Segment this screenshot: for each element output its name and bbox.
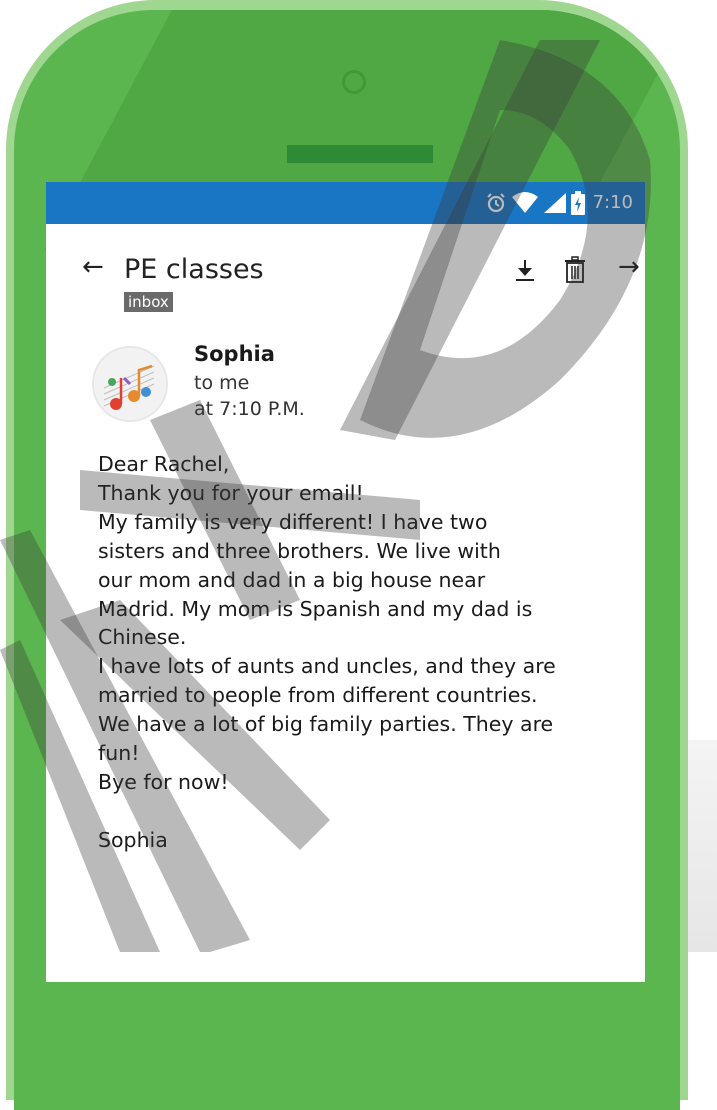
sender-avatar[interactable] [92,346,168,422]
alarm-icon [487,193,505,213]
sender-info: Sophia to me at 7:10 P.M. [46,342,645,432]
trash-icon[interactable] [564,256,586,284]
forward-button[interactable]: → [618,252,640,282]
signal-icon [544,193,566,213]
back-button[interactable]: ← [82,252,104,282]
email-header: ← PE classes inbox → [46,224,645,314]
wifi-icon [512,192,538,213]
sender-name: Sophia [194,342,275,366]
body-line: sisters and three brothers. We live with [98,538,501,563]
status-icons [485,191,585,215]
battery-icon [571,191,585,215]
body-line: Chinese. [98,625,187,650]
email-body: Dear Rachel, Thank you for your email! M… [98,450,643,855]
status-time: 7:10 [592,192,633,213]
body-signature: Sophia [98,827,168,852]
recipient-line: to me [194,372,250,394]
body-line: married to people from different countri… [98,683,538,708]
email-subject: PE classes [124,254,264,285]
status-bar: 7:10 [46,182,645,224]
body-line: My family is very different! I have two [98,509,488,534]
body-line: Madrid. My mom is Spanish and my dad is [98,596,533,621]
body-blank-line [98,797,643,826]
download-icon[interactable] [514,258,536,284]
body-line: We have a lot of big family parties. The… [98,712,554,737]
inbox-label[interactable]: inbox [124,292,173,312]
body-line: Bye for now! [98,769,229,794]
front-camera [342,70,366,94]
music-notes-icon [94,348,166,420]
phone-speaker [287,145,433,163]
body-line: Thank you for your email! [98,480,364,505]
body-line: fun! [98,741,140,766]
body-line: Dear Rachel, [98,452,230,476]
phone-screen: 7:10 ← PE classes inbox → Sophia to me a… [46,182,645,982]
body-line: our mom and dad in a big house near [98,567,486,592]
body-line: I have lots of aunts and uncles, and the… [98,654,556,679]
sent-time: at 7:10 P.M. [194,398,305,420]
